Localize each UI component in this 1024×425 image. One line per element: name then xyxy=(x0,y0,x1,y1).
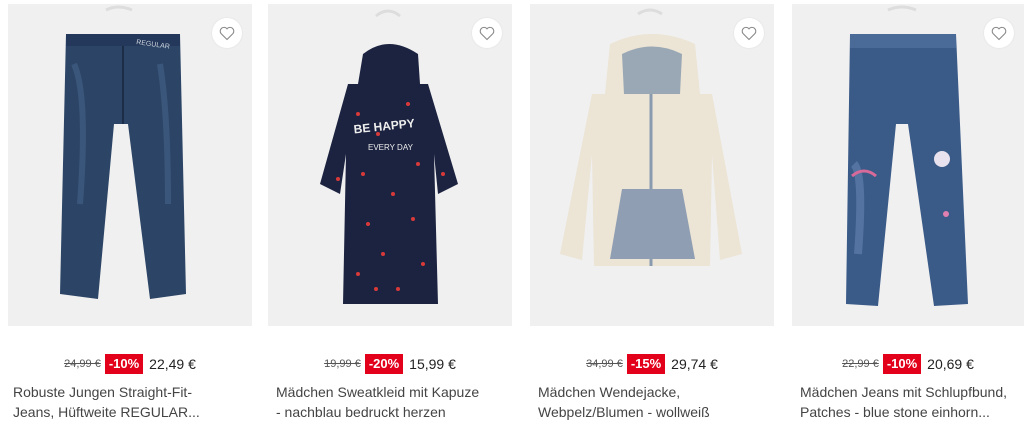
discount-badge: -15% xyxy=(626,354,666,374)
old-price: 34,99 € xyxy=(586,358,623,370)
title-line: Jeans, Hüftweite REGULAR... xyxy=(13,404,200,420)
favorite-button[interactable] xyxy=(472,18,502,48)
product-image[interactable]: BE HAPPY EVERY DAY xyxy=(268,4,512,326)
title-line: Mädchen Jeans mit Schlupfbund, xyxy=(800,384,1008,400)
product-image[interactable] xyxy=(530,4,774,326)
product-title[interactable]: Mädchen Sweatkleid mit Kapuze - nachblau… xyxy=(276,382,512,422)
product-title[interactable]: Mädchen Wendejacke, Webpelz/Blumen - wol… xyxy=(538,382,774,422)
old-price: 19,99 € xyxy=(324,358,361,370)
product-title[interactable]: Robuste Jungen Straight-Fit- Jeans, Hüft… xyxy=(13,382,252,422)
heart-outline-icon xyxy=(479,26,495,40)
old-price: 24,99 € xyxy=(64,358,101,370)
heart-outline-icon xyxy=(991,26,1007,40)
title-line: - nachblau bedruckt herzen xyxy=(276,404,446,420)
product-title[interactable]: Mädchen Jeans mit Schlupfbund, Patches -… xyxy=(800,382,1024,422)
jeans-image: REGULAR xyxy=(60,5,186,299)
current-price: 22,49 € xyxy=(149,356,196,372)
product-card[interactable]: 22,99 € -10% 20,69 € Mädchen Jeans mit S… xyxy=(792,0,1024,425)
unicorn-jeans-image xyxy=(846,5,968,306)
price-row: 24,99 € -10% 22,49 € xyxy=(8,352,252,376)
favorite-button[interactable] xyxy=(984,18,1014,48)
price-row: 19,99 € -20% 15,99 € xyxy=(268,352,512,376)
current-price: 15,99 € xyxy=(409,356,456,372)
product-card[interactable]: BE HAPPY EVERY DAY 19,99 € -20% 15,99 € … xyxy=(268,0,512,425)
favorite-button[interactable] xyxy=(734,18,764,48)
heart-outline-icon xyxy=(219,26,235,40)
discount-badge: -10% xyxy=(882,354,922,374)
price-row: 22,99 € -10% 20,69 € xyxy=(792,352,1024,376)
hoodie-dress-image: BE HAPPY EVERY DAY xyxy=(320,9,458,304)
current-price: 29,74 € xyxy=(671,356,718,372)
title-line: Webpelz/Blumen - wollweiß xyxy=(538,404,710,420)
title-line: Patches - blue stone einhorn... xyxy=(800,404,990,420)
favorite-button[interactable] xyxy=(212,18,242,48)
product-card[interactable]: REGULAR 24,99 € -10% 22,49 € Robuste Jun… xyxy=(8,0,252,425)
heart-outline-icon xyxy=(741,26,757,40)
discount-badge: -10% xyxy=(104,354,144,374)
title-line: Robuste Jungen Straight-Fit- xyxy=(13,384,192,400)
product-image[interactable]: REGULAR xyxy=(8,4,252,326)
discount-badge: -20% xyxy=(364,354,404,374)
current-price: 20,69 € xyxy=(927,356,974,372)
title-line: Mädchen Wendejacke, xyxy=(538,384,681,400)
title-line: Mädchen Sweatkleid mit Kapuze xyxy=(276,384,480,400)
old-price: 22,99 € xyxy=(842,358,879,370)
dress-print-line2: EVERY DAY xyxy=(368,143,414,152)
product-image[interactable] xyxy=(792,4,1024,326)
product-card[interactable]: 34,99 € -15% 29,74 € Mädchen Wendejacke,… xyxy=(530,0,774,425)
jacket-image xyxy=(560,8,742,266)
price-row: 34,99 € -15% 29,74 € xyxy=(530,352,774,376)
